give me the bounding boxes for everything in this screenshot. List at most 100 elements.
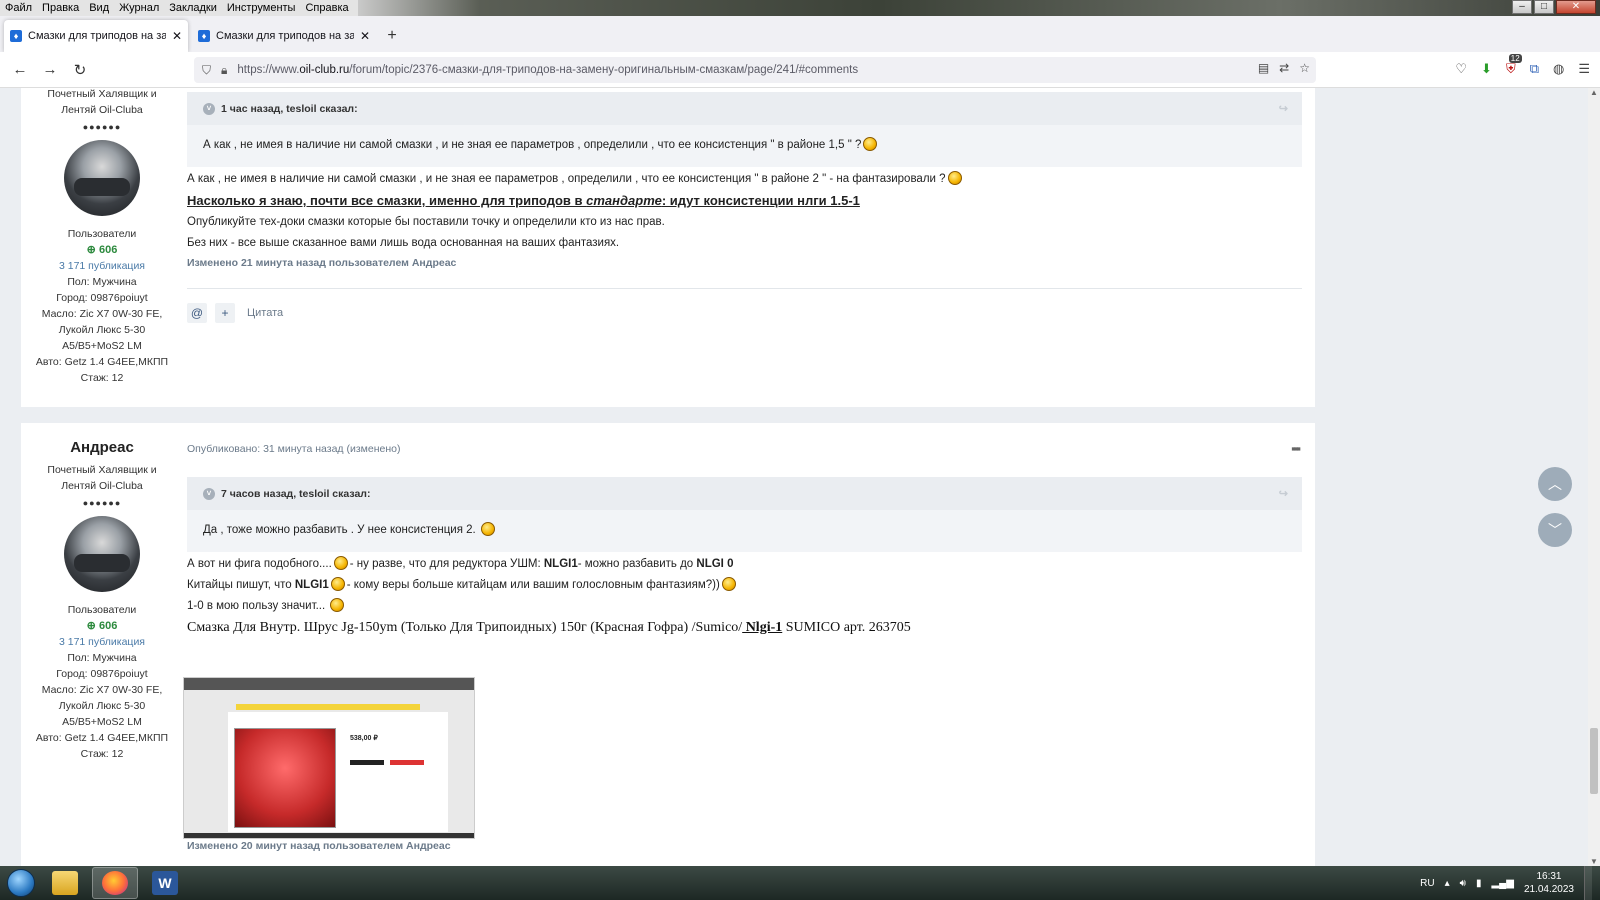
edit-note: Изменено 21 минута назад пользователем А… bbox=[187, 257, 457, 269]
browser-tab-1[interactable]: ♦ Смазки для триподов на замен ✕ bbox=[4, 20, 188, 52]
network-icon[interactable]: ▮ bbox=[1476, 878, 1482, 889]
show-desktop-button[interactable] bbox=[1584, 866, 1592, 900]
share-arrow-icon[interactable]: ↪ bbox=[1279, 487, 1288, 500]
close-tab-icon[interactable]: ✕ bbox=[172, 29, 182, 43]
author-info: Масло: Zic X7 0W-30 FE, bbox=[41, 684, 163, 696]
scroll-down-button[interactable]: ﹀ bbox=[1538, 513, 1572, 547]
menu-bookmarks[interactable]: Закладки bbox=[164, 0, 222, 16]
reader-view-icon[interactable]: ▤ bbox=[1258, 61, 1269, 75]
author-title: Лентяй Oil-Cluba bbox=[61, 480, 143, 492]
quote-button[interactable]: Цитата bbox=[247, 307, 283, 319]
forward-button[interactable]: → bbox=[35, 55, 65, 85]
author-name[interactable]: Андреас bbox=[21, 439, 183, 456]
start-button[interactable] bbox=[0, 866, 42, 900]
reload-button[interactable]: ↻ bbox=[65, 55, 95, 85]
author-info: Стаж: 12 bbox=[80, 372, 124, 384]
close-tab-icon[interactable]: ✕ bbox=[360, 29, 370, 43]
menu-tools[interactable]: Инструменты bbox=[222, 0, 301, 16]
author-info: Масло: Zic X7 0W-30 FE, bbox=[41, 308, 163, 320]
language-indicator[interactable]: RU bbox=[1420, 878, 1434, 889]
quote-block: ˅ 7 часов назад, tesloil сказал: ↪ Да , … bbox=[187, 477, 1302, 552]
scroll-arrow-down-icon[interactable]: ▼ bbox=[1588, 857, 1600, 866]
avatar[interactable] bbox=[64, 140, 140, 216]
download-arrow-icon[interactable]: ⬇ bbox=[1481, 61, 1492, 77]
tray-arrow-icon[interactable]: ▴ bbox=[1445, 878, 1450, 889]
author-info: Город: 09876poiuyt bbox=[56, 292, 148, 304]
minimize-button[interactable]: – bbox=[1512, 0, 1532, 14]
publications-link[interactable]: 3 171 публикация bbox=[21, 634, 183, 650]
menu-list: Файл Правка Вид Журнал Закладки Инструме… bbox=[0, 0, 358, 16]
extension-icons: ♡ ⬇ ⛨ 12 ⧉ ◍ ☰ bbox=[1455, 54, 1590, 77]
windows-logo-icon bbox=[7, 869, 35, 897]
firefox-icon bbox=[102, 871, 128, 895]
hamburger-menu-icon[interactable]: ☰ bbox=[1578, 61, 1590, 77]
quote-block: ˅ 1 час назад, tesloil сказал: ↪ А как ,… bbox=[187, 92, 1302, 167]
share-arrow-icon[interactable]: ↪ bbox=[1279, 102, 1288, 115]
forum-post: Почетный Халявщик и Лентяй Oil-Cluba ●●●… bbox=[21, 88, 1315, 407]
author-info: Лукойл Люкс 5-30 bbox=[58, 700, 146, 712]
browser-tab-2[interactable]: ♦ Смазки для триподов на замен ✕ bbox=[192, 20, 376, 52]
author-info: Пол: Мужчина bbox=[67, 276, 137, 288]
edit-note: Изменено 20 минут назад пользователем Ан… bbox=[187, 840, 451, 852]
quote-header: ˅ 1 час назад, tesloil сказал: ↪ bbox=[187, 92, 1302, 125]
multiquote-button[interactable]: + bbox=[215, 303, 235, 323]
menu-view[interactable]: Вид bbox=[84, 0, 114, 16]
post-body: ˅ 1 час назад, tesloil сказал: ↪ А как ,… bbox=[187, 92, 1302, 323]
attached-screenshot-image[interactable]: 538,00 ₽ bbox=[183, 677, 475, 839]
chevron-down-icon[interactable]: ˅ bbox=[203, 487, 215, 500]
reputation-badge: ⊕ 606 bbox=[86, 244, 118, 256]
author-info: Пол: Мужчина bbox=[67, 652, 137, 664]
tab-bar: ♦ Смазки для триподов на замен ✕ ♦ Смазк… bbox=[0, 16, 1600, 52]
author-group: Пользователи bbox=[67, 604, 137, 616]
volume-icon[interactable]: 🔊︎ bbox=[1460, 878, 1466, 889]
avatar[interactable] bbox=[64, 516, 140, 592]
page-content: Почетный Халявщик и Лентяй Oil-Cluba ●●●… bbox=[0, 88, 1588, 866]
ublock-icon[interactable]: ⛨ 12 bbox=[1506, 54, 1522, 77]
divider bbox=[187, 288, 1302, 289]
chevron-down-icon[interactable]: ˅ bbox=[203, 102, 215, 115]
menu-edit[interactable]: Правка bbox=[37, 0, 84, 16]
firefox-taskbar-button[interactable] bbox=[92, 867, 138, 899]
quote-citation[interactable]: 1 час назад, tesloil сказал: bbox=[221, 103, 358, 115]
menu-history[interactable]: Журнал bbox=[114, 0, 164, 16]
droplet-icon: ♦ bbox=[10, 30, 22, 42]
globe-icon[interactable]: ◍ bbox=[1553, 61, 1564, 77]
nlgi-link[interactable]: Nlgi-1 bbox=[742, 620, 783, 635]
lock-icon[interactable]: 🔒︎ bbox=[221, 63, 227, 78]
post-paragraph: Без них - все выше сказанное вами лишь в… bbox=[187, 237, 620, 249]
scrollbar-thumb[interactable] bbox=[1590, 728, 1598, 794]
address-bar[interactable]: ⛉ 🔒︎ https://www.oil-club.ru/forum/topic… bbox=[194, 57, 1316, 83]
translator-icon[interactable]: ⧉ bbox=[1530, 61, 1539, 77]
post-paragraph: Опубликуйте тех-доки смазки которые бы п… bbox=[187, 216, 665, 228]
author-info: A5/B5+MoS2 LM bbox=[62, 340, 142, 352]
explorer-taskbar-button[interactable] bbox=[42, 867, 88, 899]
bookmark-star-icon[interactable]: ☆ bbox=[1299, 61, 1310, 75]
back-button[interactable]: ← bbox=[5, 55, 35, 85]
author-info: Авто: Getz 1.4 G4EE,МКПП bbox=[35, 732, 169, 744]
translate-icon[interactable]: ⇄ bbox=[1279, 61, 1289, 75]
vertical-scrollbar[interactable]: ▲ ▼ bbox=[1588, 88, 1600, 866]
window-close-button[interactable]: ✕ bbox=[1556, 0, 1596, 14]
scroll-up-button[interactable]: ︿ bbox=[1538, 467, 1572, 501]
scroll-arrow-up-icon[interactable]: ▲ bbox=[1588, 88, 1600, 97]
post-paragraph: Китайцы пишут, что NLGI1- кому веры боль… bbox=[187, 575, 1302, 596]
signal-icon[interactable]: ▂▄▆ bbox=[1491, 878, 1513, 889]
forum-post: Андреас Почетный Халявщик и Лентяй Oil-C… bbox=[21, 423, 1315, 866]
droplet-icon: ♦ bbox=[198, 30, 210, 42]
menu-file[interactable]: Файл bbox=[0, 0, 37, 16]
shield-icon[interactable]: ⛉ bbox=[202, 63, 211, 78]
word-taskbar-button[interactable]: W bbox=[142, 867, 188, 899]
menu-help[interactable]: Справка bbox=[300, 0, 353, 16]
maximize-button[interactable]: □ bbox=[1534, 0, 1554, 14]
mention-button[interactable]: @ bbox=[187, 303, 207, 323]
publications-link[interactable]: 3 171 публикация bbox=[21, 258, 183, 274]
author-info: Стаж: 12 bbox=[80, 748, 124, 760]
post-paragraph: А вот ни фига подобного.... - ну разве, ч… bbox=[187, 556, 734, 570]
quote-citation[interactable]: 7 часов назад, tesloil сказал: bbox=[221, 488, 370, 500]
post-meta[interactable]: Опубликовано: 31 минута назад (изменено) bbox=[187, 443, 1302, 455]
tab-title: Смазки для триподов на замен bbox=[28, 30, 166, 42]
thinking-emoji-icon bbox=[863, 137, 878, 151]
new-tab-button[interactable]: + bbox=[380, 20, 404, 52]
clock[interactable]: 16:31 21.04.2023 bbox=[1524, 870, 1574, 896]
pocket-icon[interactable]: ♡ bbox=[1455, 61, 1467, 77]
